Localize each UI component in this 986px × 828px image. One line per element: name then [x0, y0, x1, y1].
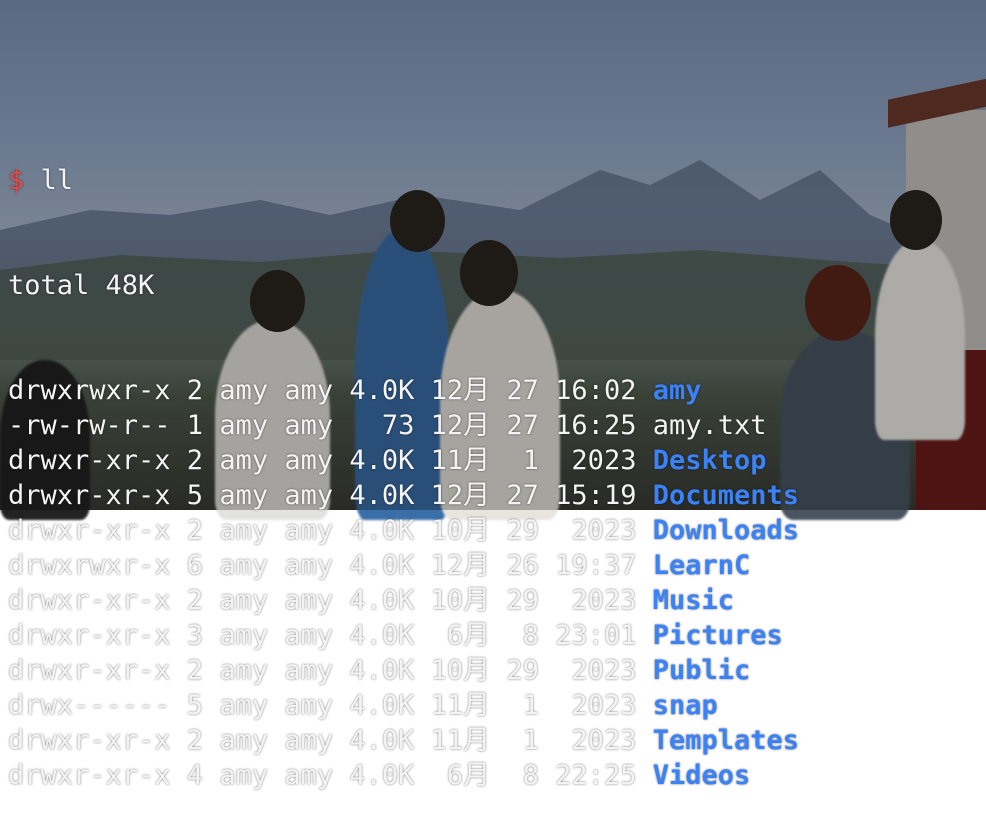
directory-name[interactable]: Documents	[653, 480, 799, 511]
entry-metadata: drwxr-xr-x 2 amy amy 4.0K 11月 1 2023	[8, 445, 653, 476]
file-listing: drwxrwxr-x 2 amy amy 4.0K 12月 27 16:02 a…	[8, 373, 986, 793]
directory-name[interactable]: Public	[653, 655, 751, 686]
listing-row: -rw-rw-r-- 1 amy amy 73 12月 27 16:25 amy…	[8, 408, 986, 443]
listing-row: drwx------ 5 amy amy 4.0K 11月 1 2023 sna…	[8, 688, 986, 723]
command-line: $ ll	[8, 163, 986, 198]
entry-metadata: -rw-rw-r-- 1 amy amy 73 12月 27 16:25	[8, 410, 653, 441]
entry-metadata: drwxr-xr-x 3 amy amy 4.0K 6月 8 23:01	[8, 620, 653, 651]
directory-name[interactable]: Templates	[653, 725, 799, 756]
directory-name[interactable]: amy	[653, 375, 702, 406]
entry-metadata: drwxrwxr-x 6 amy amy 4.0K 12月 26 19:37	[8, 550, 653, 581]
directory-name[interactable]: Videos	[653, 760, 751, 791]
listing-row: drwxr-xr-x 4 amy amy 4.0K 6月 8 22:25 Vid…	[8, 758, 986, 793]
directory-name[interactable]: LearnC	[653, 550, 751, 581]
directory-name[interactable]: Desktop	[653, 445, 767, 476]
listing-row: drwxr-xr-x 2 amy amy 4.0K 10月 29 2023 Do…	[8, 513, 986, 548]
listing-summary: total 48K	[8, 270, 155, 301]
directory-name[interactable]: snap	[653, 690, 718, 721]
listing-row: drwxr-xr-x 3 amy amy 4.0K 6月 8 23:01 Pic…	[8, 618, 986, 653]
listing-row: drwxrwxr-x 6 amy amy 4.0K 12月 26 19:37 L…	[8, 548, 986, 583]
listing-row: drwxr-xr-x 2 amy amy 4.0K 10月 29 2023 Mu…	[8, 583, 986, 618]
listing-row: drwxr-xr-x 2 amy amy 4.0K 11月 1 2023 Des…	[8, 443, 986, 478]
entry-metadata: drwxr-xr-x 2 amy amy 4.0K 10月 29 2023	[8, 515, 653, 546]
listing-row: drwxrwxr-x 2 amy amy 4.0K 12月 27 16:02 a…	[8, 373, 986, 408]
listing-row: drwxr-xr-x 5 amy amy 4.0K 12月 27 15:19 D…	[8, 478, 986, 513]
command-text: ll	[40, 165, 74, 196]
listing-row: drwxr-xr-x 2 amy amy 4.0K 10月 29 2023 Pu…	[8, 653, 986, 688]
entry-metadata: drwxr-xr-x 5 amy amy 4.0K 12月 27 15:19	[8, 480, 653, 511]
entry-metadata: drwxr-xr-x 2 amy amy 4.0K 10月 29 2023	[8, 585, 653, 616]
entry-metadata: drwxr-xr-x 2 amy amy 4.0K 11月 1 2023	[8, 725, 653, 756]
directory-name[interactable]: Downloads	[653, 515, 799, 546]
entry-metadata: drwxr-xr-x 4 amy amy 4.0K 6月 8 22:25	[8, 760, 653, 791]
directory-name[interactable]: Pictures	[653, 620, 783, 651]
previous-prompt-line	[8, 58, 986, 93]
prompt-symbol: $	[8, 165, 25, 196]
entry-metadata: drwx------ 5 amy amy 4.0K 11月 1 2023	[8, 690, 653, 721]
listing-row: drwxr-xr-x 2 amy amy 4.0K 11月 1 2023 Tem…	[8, 723, 986, 758]
terminal-output[interactable]: $ ll total 48K drwxrwxr-x 2 amy amy 4.0K…	[8, 0, 986, 791]
entry-metadata: drwxrwxr-x 2 amy amy 4.0K 12月 27 16:02	[8, 375, 653, 406]
entry-metadata: drwxr-xr-x 2 amy amy 4.0K 10月 29 2023	[8, 655, 653, 686]
directory-name[interactable]: Music	[653, 585, 734, 616]
file-name[interactable]: amy.txt	[653, 410, 767, 441]
